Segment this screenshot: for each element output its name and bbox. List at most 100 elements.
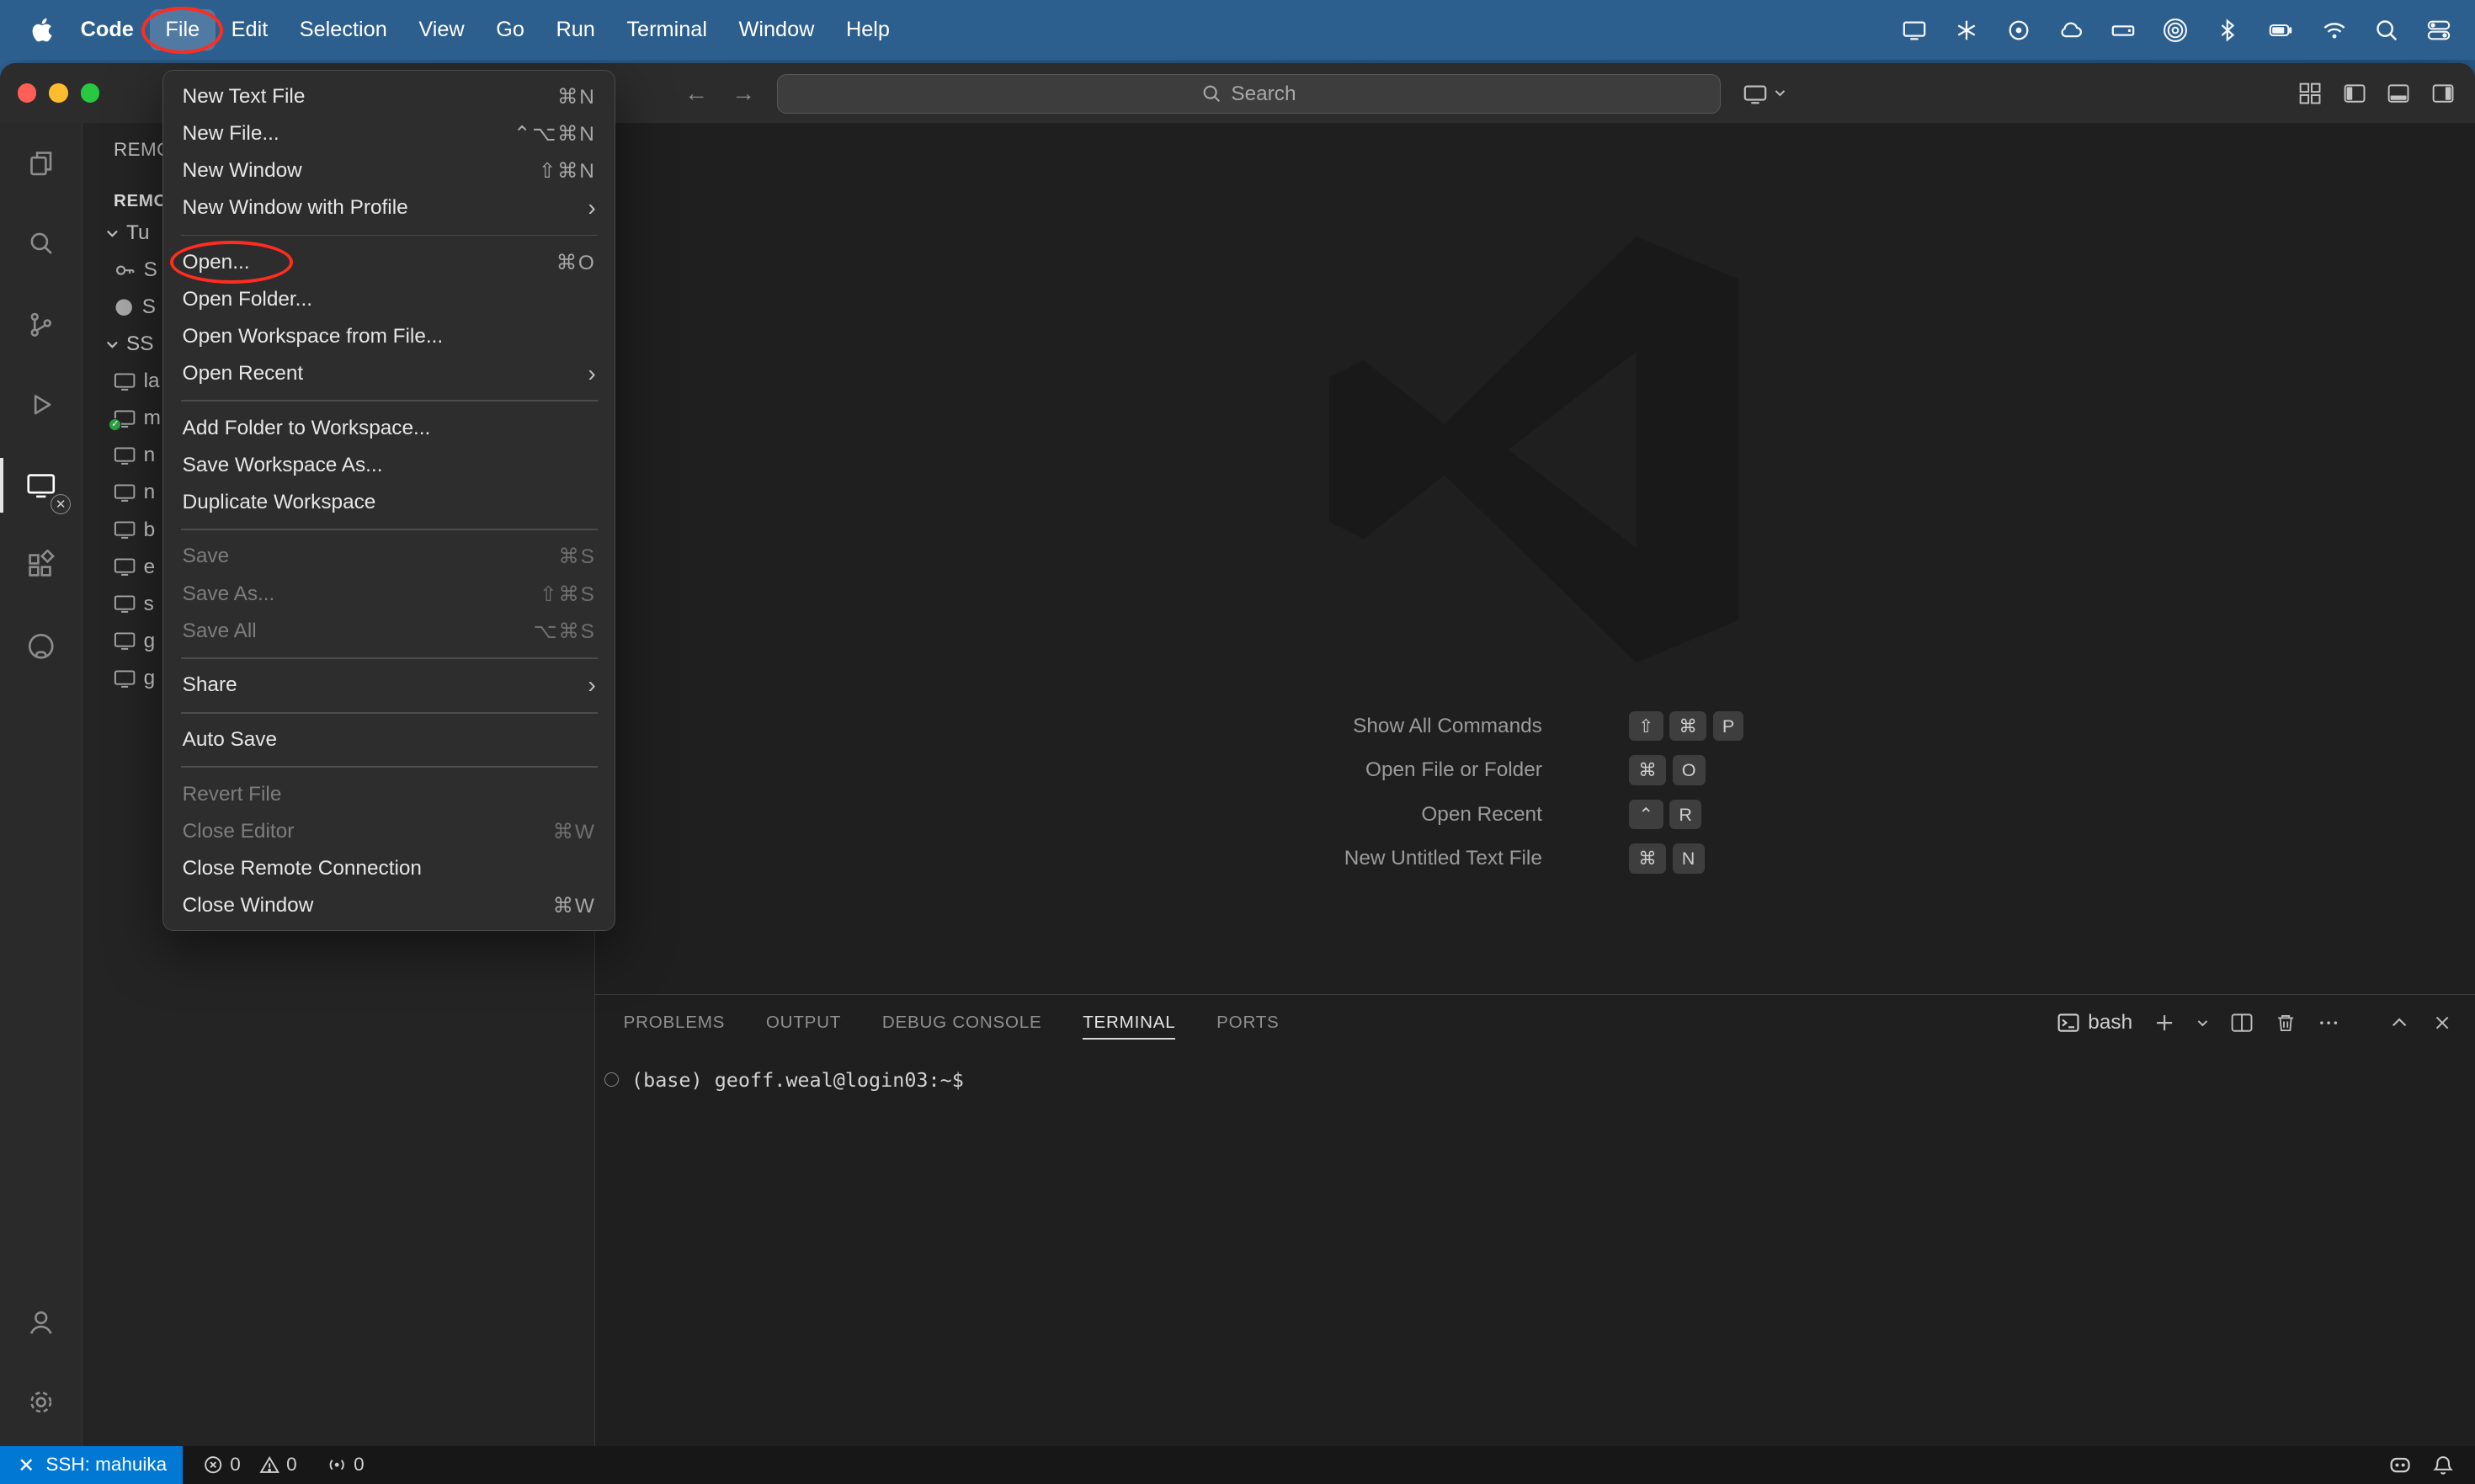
menubar-item-go[interactable]: Go bbox=[480, 9, 540, 51]
menu-item-label: Open... bbox=[182, 250, 250, 274]
command-decoration-icon bbox=[604, 1072, 619, 1087]
menubar-item-terminal[interactable]: Terminal bbox=[611, 9, 723, 51]
close-window-button[interactable] bbox=[17, 83, 37, 103]
tab-output[interactable]: OUTPUT bbox=[746, 995, 862, 1051]
menu-separator bbox=[163, 704, 615, 721]
menu-item-label: Auto Save bbox=[182, 727, 278, 751]
command-center-search[interactable]: Search bbox=[776, 74, 1721, 114]
ports-item: 0 bbox=[317, 1454, 374, 1476]
menubar-item-file[interactable]: File bbox=[141, 6, 224, 54]
drive-icon[interactable] bbox=[2110, 18, 2136, 43]
remote-explorer-icon[interactable] bbox=[0, 445, 82, 526]
bluetooth-icon[interactable] bbox=[2215, 18, 2240, 43]
menubar-item-edit[interactable]: Edit bbox=[216, 9, 284, 51]
menubar-item-help[interactable]: Help bbox=[830, 9, 906, 51]
kill-terminal-trash-icon[interactable] bbox=[2275, 1012, 2297, 1034]
account-icon[interactable] bbox=[0, 1282, 82, 1363]
menu-item-share[interactable]: Share bbox=[163, 667, 615, 704]
menu-item-close-remote-connection[interactable]: Close Remote Connection bbox=[163, 850, 615, 887]
source-control-icon[interactable] bbox=[0, 285, 82, 365]
problems-status[interactable]: 0 0 bbox=[194, 1446, 306, 1484]
control-center-icon[interactable] bbox=[2426, 18, 2451, 43]
menu-item-open-folder[interactable]: Open Folder... bbox=[163, 281, 615, 318]
menu-item-label: Save bbox=[182, 545, 230, 568]
menubar-item-selection[interactable]: Selection bbox=[284, 9, 403, 51]
tree-item-label: e bbox=[143, 555, 156, 578]
notifications-bell-icon[interactable] bbox=[2432, 1454, 2454, 1476]
tab-problems[interactable]: PROBLEMS bbox=[603, 995, 745, 1051]
menu-item-duplicate-workspace[interactable]: Duplicate Workspace bbox=[163, 484, 615, 521]
apple-logo-icon[interactable] bbox=[30, 18, 52, 43]
close-panel-icon[interactable] bbox=[2431, 1012, 2453, 1034]
extensions-icon[interactable] bbox=[0, 525, 82, 606]
menu-item-open[interactable]: Open... ⌘O bbox=[163, 241, 615, 284]
menu-item-shortcut: ⌘O bbox=[556, 251, 596, 274]
menu-item-new-window[interactable]: New Window ⇧⌘N bbox=[163, 152, 615, 189]
submenu-chevron-icon bbox=[588, 362, 595, 386]
display-icon[interactable] bbox=[1902, 18, 1927, 43]
explorer-icon[interactable] bbox=[0, 123, 82, 204]
shell-selector[interactable]: bash bbox=[2057, 1011, 2132, 1035]
search-label: Search bbox=[1231, 82, 1296, 105]
menubar-item-label: Terminal bbox=[626, 18, 707, 42]
editor-area[interactable]: Show All Commands ⇧ ⌘ P Open File or Fol… bbox=[594, 123, 2475, 995]
toggle-primary-sidebar-icon[interactable] bbox=[2343, 82, 2366, 105]
menu-item-new-text-file[interactable]: New Text File ⌘N bbox=[163, 78, 615, 115]
toggle-panel-icon[interactable] bbox=[2387, 82, 2410, 105]
error-icon bbox=[203, 1455, 223, 1475]
copilot-icon[interactable] bbox=[2388, 1453, 2412, 1476]
menu-item-shortcut: ⌘S bbox=[558, 545, 596, 569]
terminal-dropdown-chevron-icon[interactable] bbox=[2196, 1016, 2210, 1030]
menu-item-add-folder-to-workspace[interactable]: Add Folder to Workspace... bbox=[163, 410, 615, 447]
run-debug-icon[interactable] bbox=[0, 364, 82, 445]
tab-terminal[interactable]: TERMINAL bbox=[1062, 995, 1196, 1051]
menu-item-label: Revert File bbox=[182, 782, 282, 806]
menubar-item-run[interactable]: Run bbox=[540, 9, 611, 51]
menubar-item-label: Run bbox=[556, 18, 595, 42]
monitor-icon bbox=[114, 483, 136, 503]
menu-item-open-recent[interactable]: Open Recent bbox=[163, 355, 615, 392]
customize-layout-icon[interactable] bbox=[2298, 82, 2322, 105]
key-icon bbox=[114, 259, 136, 281]
monitor-icon bbox=[114, 594, 136, 614]
tree-item-label: s bbox=[143, 592, 154, 615]
menubar-app-name[interactable]: Code bbox=[65, 9, 150, 51]
menu-item-close-window[interactable]: Close Window ⌘W bbox=[163, 887, 615, 924]
shortcut-label: New Untitled Text File bbox=[1344, 847, 1542, 870]
menubar-item-view[interactable]: View bbox=[403, 9, 481, 51]
tab-debug-console[interactable]: DEBUG CONSOLE bbox=[862, 995, 1062, 1051]
menu-item-new-window-with-profile[interactable]: New Window with Profile bbox=[163, 189, 615, 226]
flower-icon[interactable] bbox=[1954, 18, 1979, 43]
terminal-view[interactable]: (base) geoff.weal@login03:~$ bbox=[595, 1051, 2475, 1092]
remote-indicator[interactable]: SSH: mahuika bbox=[0, 1445, 183, 1484]
new-terminal-icon[interactable] bbox=[2153, 1012, 2175, 1034]
github-view-icon[interactable] bbox=[0, 606, 82, 687]
maximize-panel-icon[interactable] bbox=[2388, 1012, 2410, 1034]
monitor-dropdown-control[interactable] bbox=[1743, 63, 1787, 123]
toggle-secondary-sidebar-icon[interactable] bbox=[2431, 82, 2455, 105]
menubar-item-window[interactable]: Window bbox=[723, 9, 830, 51]
menu-item-auto-save[interactable]: Auto Save bbox=[163, 721, 615, 758]
search-view-icon[interactable] bbox=[0, 204, 82, 285]
aperture-icon[interactable] bbox=[2006, 18, 2031, 43]
battery-icon[interactable] bbox=[2267, 18, 2296, 43]
zoom-window-button[interactable] bbox=[80, 83, 100, 103]
menu-item-label: New Window bbox=[182, 159, 302, 183]
menu-item-save-workspace-as[interactable]: Save Workspace As... bbox=[163, 447, 615, 484]
wifi-icon[interactable] bbox=[2322, 18, 2347, 43]
menu-item-new-file[interactable]: New File... ⌃⌥⌘N bbox=[163, 115, 615, 152]
minimize-window-button[interactable] bbox=[49, 83, 68, 103]
airdrop-icon[interactable] bbox=[2163, 18, 2188, 43]
menu-item-open-workspace-from-file[interactable]: Open Workspace from File... bbox=[163, 318, 615, 355]
tab-ports[interactable]: PORTS bbox=[1196, 995, 1300, 1051]
cloud-icon[interactable] bbox=[2058, 18, 2084, 43]
spotlight-search-icon[interactable] bbox=[2374, 18, 2399, 43]
menu-item-shortcut: ⌘W bbox=[552, 820, 596, 843]
split-terminal-icon[interactable] bbox=[2230, 1011, 2254, 1035]
tree-item-label: SS bbox=[126, 332, 154, 356]
ports-status[interactable]: 0 bbox=[317, 1446, 374, 1484]
more-actions-icon[interactable] bbox=[2318, 1012, 2339, 1034]
go-back-icon[interactable] bbox=[682, 80, 711, 107]
go-forward-icon[interactable] bbox=[729, 80, 758, 107]
settings-gear-icon[interactable] bbox=[0, 1362, 82, 1443]
